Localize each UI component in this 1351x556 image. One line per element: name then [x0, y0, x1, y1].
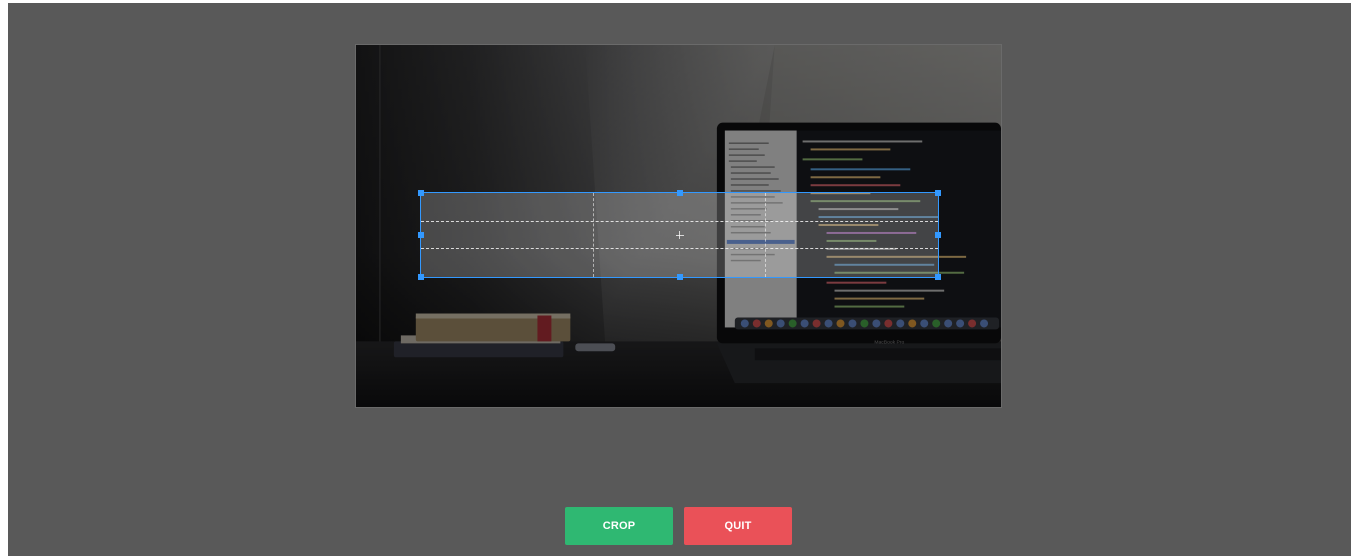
resize-handle-se[interactable]: [935, 274, 941, 280]
crosshair-icon: [675, 231, 684, 239]
crop-preview: [421, 193, 938, 277]
resize-handle-ne[interactable]: [935, 190, 941, 196]
resize-handle-sw[interactable]: [418, 274, 424, 280]
resize-handle-n[interactable]: [676, 190, 683, 196]
crop-selection-box[interactable]: [418, 190, 941, 280]
resize-handle-s[interactable]: [676, 274, 683, 280]
guide-line-left: [593, 193, 595, 277]
guide-line-top: [421, 220, 938, 222]
resize-handle-w[interactable]: [418, 232, 424, 238]
laptop-caption: MacBook Pro: [874, 339, 904, 345]
guide-line-bottom: [421, 248, 938, 250]
quit-button[interactable]: QUIT: [684, 507, 792, 545]
crop-button[interactable]: CROP: [565, 507, 673, 545]
image-cropper-app: MacBook Pro CROP QUIT: [8, 3, 1351, 556]
resize-handle-nw[interactable]: [418, 190, 424, 196]
guide-line-right: [765, 193, 767, 277]
resize-handle-e[interactable]: [935, 232, 941, 238]
image-canvas[interactable]: MacBook Pro: [355, 44, 1002, 408]
